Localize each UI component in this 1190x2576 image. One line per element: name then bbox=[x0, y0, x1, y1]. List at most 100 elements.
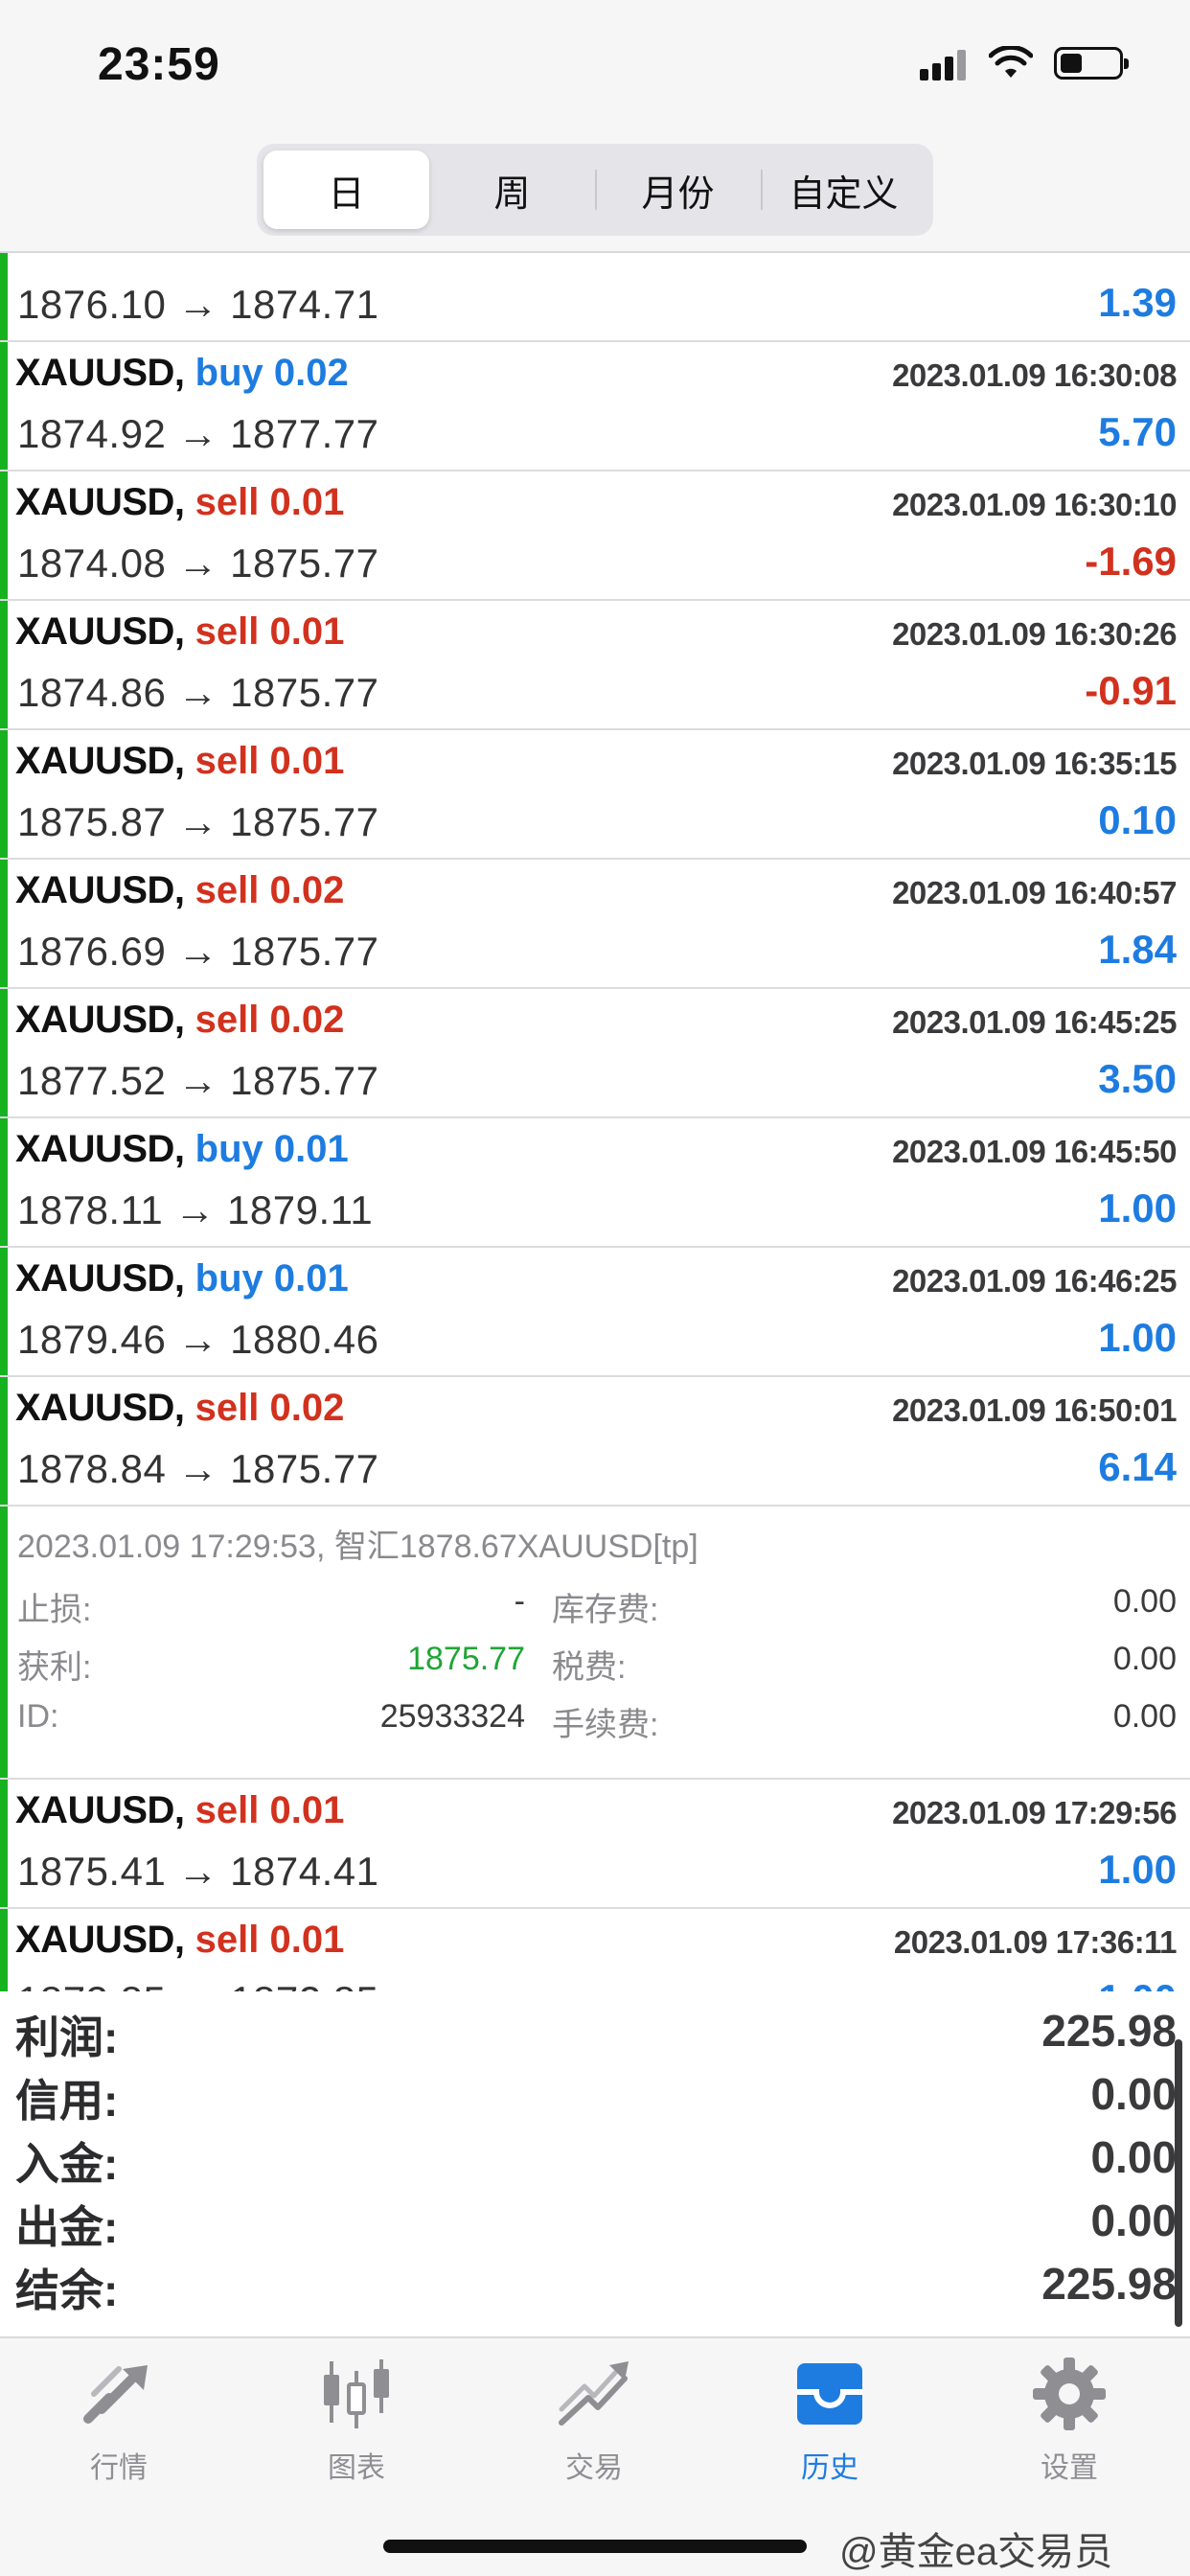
deal-symbol: XAUUSD, bbox=[15, 481, 185, 523]
deal-row[interactable]: XAUUSD, sell 0.01 2023.01.09 17:29:56 1875… bbox=[0, 1780, 1190, 1909]
deal-time: 2023.01.09 17:29:56 bbox=[892, 1795, 1177, 1830]
deal-title: XAUUSD, buy 0.01 bbox=[15, 1257, 349, 1300]
take-profit-value: 1875.77 bbox=[407, 1641, 525, 1677]
tab-history[interactable]: 历史 bbox=[753, 2348, 906, 2484]
deal-type: sell 0.01 bbox=[195, 481, 345, 523]
wifi-icon bbox=[989, 46, 1033, 78]
deal-profit: -1.69 bbox=[1085, 539, 1177, 584]
deal-symbol: XAUUSD, bbox=[15, 1257, 185, 1300]
tab-day[interactable]: 日 bbox=[263, 150, 429, 229]
deal-time: 2023.01.09 16:35:15 bbox=[892, 746, 1177, 781]
deal-title: XAUUSD, sell 0.02 bbox=[15, 999, 344, 1042]
tab-month[interactable]: 月份 bbox=[595, 150, 761, 229]
deal-type: sell 0.02 bbox=[195, 869, 345, 911]
deal-symbol: XAUUSD, bbox=[15, 1919, 185, 1961]
deal-prices: 1879.46 → 1880.46 bbox=[17, 1317, 379, 1362]
deal-time: 2023.01.09 16:50:01 bbox=[892, 1392, 1177, 1428]
tab-settings[interactable]: 设置 bbox=[993, 2348, 1146, 2484]
summary-row: 出金: 0.00 bbox=[0, 2189, 1190, 2252]
period-header: 日 周 月份 自定义 bbox=[0, 134, 1190, 253]
deal-type: sell 0.01 bbox=[195, 740, 345, 782]
summary-label: 利润: bbox=[15, 2012, 119, 2062]
history-icon bbox=[797, 2363, 862, 2425]
deal-time: 2023.01.09 16:30:26 bbox=[892, 616, 1177, 652]
deal-time: 2023.01.09 16:30:08 bbox=[892, 357, 1177, 393]
summary-value: 0.00 bbox=[1090, 2069, 1177, 2119]
deal-type: sell 0.02 bbox=[195, 999, 345, 1041]
deal-title: XAUUSD, buy 0.01 bbox=[15, 1128, 349, 1171]
deal-time: 2023.01.09 17:36:11 bbox=[893, 1924, 1178, 1960]
deals-list[interactable]: 1876.10 → 1874.71 1.39 XAUUSD, buy 0.02 2… bbox=[0, 253, 1190, 1991]
summary-label: 出金: bbox=[15, 2202, 119, 2252]
deal-row[interactable]: XAUUSD, sell 0.02 2023.01.09 16:45:25 1877… bbox=[0, 989, 1190, 1118]
commission-value: 0.00 bbox=[1112, 1698, 1177, 1735]
deal-row[interactable]: XAUUSD, buy 0.01 2023.01.09 16:45:50 1878.… bbox=[0, 1118, 1190, 1248]
deal-prices: 1874.86 → 1875.77 bbox=[17, 670, 379, 715]
deal-row[interactable]: XAUUSD, sell 0.01 2023.01.09 16:30:26 1874… bbox=[0, 601, 1190, 730]
deal-title: XAUUSD, sell 0.01 bbox=[15, 610, 344, 654]
tab-week[interactable]: 周 bbox=[429, 150, 595, 229]
deal-row[interactable]: XAUUSD, sell 0.01 2023.01.09 17:36:11 1873… bbox=[0, 1909, 1190, 1991]
deal-prices: 1874.92 → 1877.77 bbox=[17, 411, 379, 456]
deal-symbol: XAUUSD, bbox=[15, 352, 185, 394]
deal-time: 2023.01.09 16:30:10 bbox=[892, 487, 1177, 522]
deal-prices: 1873.85 → 1872.85 bbox=[17, 1978, 378, 1991]
deal-profit: 6.14 bbox=[1098, 1444, 1177, 1489]
scrollbar[interactable] bbox=[1175, 2039, 1182, 2327]
deal-prices: 1875.41 → 1874.41 bbox=[17, 1849, 379, 1894]
deal-time: 2023.01.09 16:46:25 bbox=[892, 1263, 1177, 1299]
summary-label: 结余: bbox=[15, 2266, 119, 2315]
tab-chart[interactable]: 图表 bbox=[280, 2348, 433, 2484]
deal-profit: 1.00 bbox=[1098, 1847, 1177, 1892]
id-value: 25933324 bbox=[379, 1698, 525, 1735]
deal-time: 2023.01.09 16:45:50 bbox=[892, 1134, 1177, 1169]
tab-chart-label: 图表 bbox=[328, 2452, 385, 2484]
quotes-icon bbox=[83, 2365, 148, 2424]
tab-quotes[interactable]: 行情 bbox=[42, 2348, 195, 2484]
deal-profit: 1.84 bbox=[1098, 927, 1177, 972]
tab-history-label: 历史 bbox=[801, 2452, 858, 2484]
deal-prices: 1876.10 → 1874.71 bbox=[17, 282, 379, 327]
deal-type: sell 0.02 bbox=[195, 1387, 345, 1429]
tax-label: 税费: bbox=[552, 1649, 627, 1686]
tab-quotes-label: 行情 bbox=[90, 2452, 148, 2484]
tab-settings-label: 设置 bbox=[1041, 2452, 1098, 2484]
commission-label: 手续费: bbox=[552, 1707, 659, 1743]
deal-symbol: XAUUSD, bbox=[15, 1387, 185, 1429]
deal-detail-expanded[interactable]: 2023.01.09 17:29:53, 智汇1878.67XAUUSD[tp]… bbox=[0, 1506, 1190, 1780]
deal-prices: 1878.11 → 1879.11 bbox=[17, 1187, 374, 1232]
deal-symbol: XAUUSD, bbox=[15, 869, 185, 911]
battery-icon bbox=[1054, 47, 1129, 80]
deal-prices: 1877.52 → 1875.77 bbox=[17, 1058, 379, 1103]
deal-title: XAUUSD, buy 0.02 bbox=[15, 352, 349, 395]
deal-row-partial[interactable]: 1876.10 → 1874.71 1.39 bbox=[0, 253, 1190, 342]
deal-row[interactable]: XAUUSD, buy 0.01 2023.01.09 16:46:25 1879.… bbox=[0, 1248, 1190, 1377]
deal-time: 2023.01.09 16:45:25 bbox=[892, 1004, 1177, 1040]
deal-symbol: XAUUSD, bbox=[15, 999, 185, 1041]
deal-row[interactable]: XAUUSD, buy 0.02 2023.01.09 16:30:08 1874.… bbox=[0, 342, 1190, 472]
tab-trade[interactable]: 交易 bbox=[517, 2348, 671, 2484]
deal-type: sell 0.01 bbox=[195, 1789, 345, 1831]
period-selector: 日 周 月份 自定义 bbox=[257, 144, 933, 236]
summary-label: 信用: bbox=[15, 2076, 119, 2126]
tab-custom[interactable]: 自定义 bbox=[761, 150, 927, 229]
chart-icon bbox=[324, 2359, 389, 2428]
deal-comment: 2023.01.09 17:29:53, 智汇1878.67XAUUSD[tp] bbox=[17, 1529, 698, 1565]
deal-profit: 3.50 bbox=[1098, 1056, 1177, 1101]
deal-row[interactable]: XAUUSD, sell 0.02 2023.01.09 16:50:01 1878… bbox=[0, 1377, 1190, 1506]
deal-title: XAUUSD, sell 0.02 bbox=[15, 1387, 344, 1430]
deal-row[interactable]: XAUUSD, sell 0.01 2023.01.09 16:35:15 1875… bbox=[0, 730, 1190, 860]
deal-row[interactable]: XAUUSD, sell 0.01 2023.01.09 16:30:10 1874… bbox=[0, 472, 1190, 601]
deal-title: XAUUSD, sell 0.01 bbox=[15, 1919, 344, 1962]
id-label: ID: bbox=[17, 1698, 59, 1735]
summary-row: 利润: 225.98 bbox=[0, 1999, 1190, 2062]
deal-prices: 1876.69 → 1875.77 bbox=[17, 929, 379, 974]
deal-type: buy 0.01 bbox=[195, 1128, 349, 1170]
deal-profit: 0.10 bbox=[1098, 797, 1177, 842]
deal-title: XAUUSD, sell 0.01 bbox=[15, 740, 344, 783]
summary-row: 信用: 0.00 bbox=[0, 2062, 1190, 2126]
deal-title: XAUUSD, sell 0.01 bbox=[15, 481, 344, 524]
deal-row[interactable]: XAUUSD, sell 0.02 2023.01.09 16:40:57 1876… bbox=[0, 860, 1190, 989]
deal-symbol: XAUUSD, bbox=[15, 740, 185, 782]
deal-symbol: XAUUSD, bbox=[15, 1789, 185, 1831]
